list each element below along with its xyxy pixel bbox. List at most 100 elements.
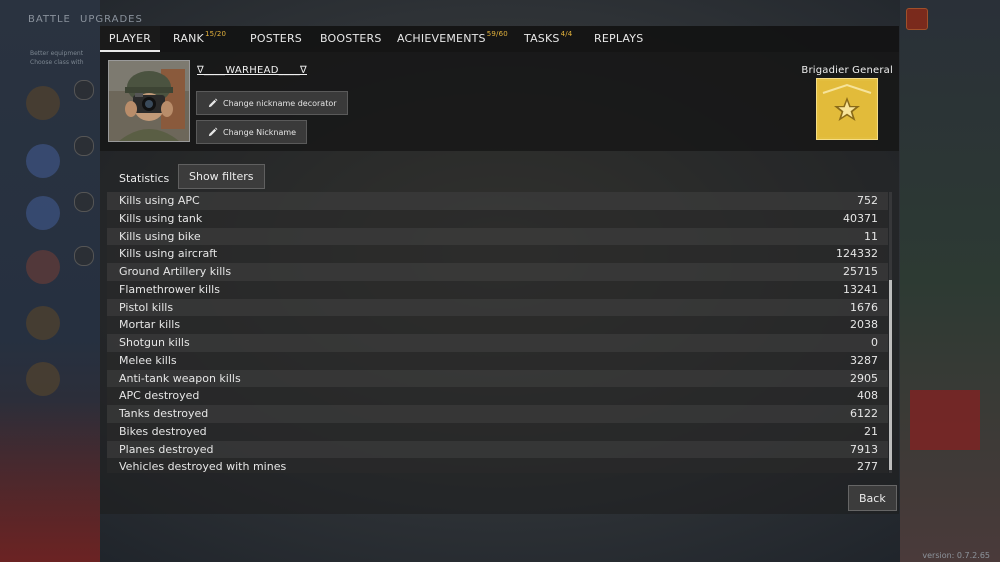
- general-star-icon: [819, 81, 875, 137]
- pencil-icon: [208, 98, 218, 108]
- statistics-row: Melee kills 3287: [107, 351, 888, 370]
- background-squad-slot: [26, 306, 60, 340]
- rank-badge: [816, 78, 878, 140]
- statistics-row: Planes destroyed 7913: [107, 440, 888, 459]
- profile-panel: PLAYER RANK15/20 POSTERS BOOSTERS ACHIEV…: [100, 26, 899, 514]
- tab-label: REPLAYS: [594, 32, 644, 45]
- tab-replays[interactable]: REPLAYS: [594, 26, 643, 52]
- tab-label: BOOSTERS: [320, 32, 382, 45]
- statistic-label: Ground Artillery kills: [119, 265, 232, 278]
- player-info-box: ∇____WARHEAD____∇ Change nickname decora…: [100, 52, 899, 151]
- statistics-row: Shotgun kills 0: [107, 334, 888, 352]
- statistic-label: Pistol kills: [119, 300, 174, 314]
- statistic-label: Kills using APC: [119, 194, 200, 207]
- statistic-label: Kills using tank: [119, 211, 203, 225]
- statistics-row: Kills using bike 11: [107, 227, 888, 246]
- statistic-label: Kills using bike: [119, 229, 201, 243]
- tab-label: POSTERS: [250, 32, 302, 45]
- statistic-label: Mortar kills: [119, 318, 181, 332]
- statistics-row: Ground Artillery kills 25715: [107, 263, 888, 281]
- statistic-value: 408: [857, 389, 878, 403]
- statistic-value: 2038: [850, 318, 878, 332]
- statistic-value: 1676: [850, 300, 878, 314]
- tab-counter: 59/60: [486, 30, 508, 38]
- statistic-label: APC destroyed: [119, 389, 200, 403]
- background-emblem-icon: [906, 8, 928, 30]
- change-nickname-button[interactable]: Change Nickname: [196, 120, 308, 144]
- statistics-scrollbar[interactable]: [889, 192, 892, 473]
- statistics-row: Kills using aircraft 124332: [107, 245, 888, 263]
- tab-label: TASKS: [524, 32, 560, 45]
- back-button[interactable]: Back: [848, 485, 897, 511]
- rank-title: Brigadier General: [801, 65, 893, 76]
- statistic-value: 13241: [843, 282, 878, 296]
- background-count-circle: [74, 136, 94, 156]
- statistic-label: Flamethrower kills: [119, 282, 220, 296]
- statistic-value: 752: [857, 194, 878, 207]
- statistics-row: APC destroyed 408: [107, 387, 888, 405]
- background-squad-slot: [26, 362, 60, 396]
- show-filters-button[interactable]: Show filters: [178, 164, 265, 189]
- button-label: Change Nickname: [223, 128, 297, 137]
- statistic-value: 3287: [850, 353, 878, 367]
- statistic-value: 7913: [850, 442, 878, 456]
- button-label: Change nickname decorator: [223, 99, 337, 108]
- statistics-header: Statistics: [119, 172, 170, 185]
- statistic-value: 277: [857, 460, 878, 473]
- player-avatar: [108, 60, 190, 142]
- statistic-label: Vehicles destroyed with mines: [119, 460, 287, 473]
- background-count-circle: [74, 246, 94, 266]
- tab-counter: 4/4: [560, 30, 573, 38]
- background-squad-slot: [26, 196, 60, 230]
- background-count-circle: [74, 80, 94, 100]
- tab-tasks[interactable]: TASKS4/4: [524, 26, 572, 52]
- statistics-list[interactable]: Kills using APC 752 Kills using tank 40371 K…: [107, 192, 888, 473]
- background-battle-tab: BATTLE: [28, 14, 71, 25]
- background-decoration: [0, 400, 100, 562]
- background-squad-slot: [26, 250, 60, 284]
- player-nickname: ∇____WARHEAD____∇: [197, 65, 307, 76]
- statistic-label: Shotgun kills: [119, 336, 190, 349]
- tab-counter: 15/20: [204, 30, 227, 38]
- change-nickname-decorator-button[interactable]: Change nickname decorator: [196, 91, 348, 115]
- statistic-value: 124332: [836, 247, 878, 261]
- tab-rank[interactable]: RANK15/20: [173, 26, 226, 52]
- version-label: version: 0.7.2.65: [922, 551, 990, 560]
- statistic-value: 11: [864, 229, 878, 243]
- background-hint-text: Better equipment: [30, 50, 84, 57]
- tab-player[interactable]: PLAYER: [100, 26, 160, 52]
- statistic-value: 2905: [850, 371, 878, 385]
- statistics-row: Tanks destroyed 6122: [107, 405, 888, 423]
- tab-label: ACHIEVEMENTS: [397, 32, 486, 45]
- statistics-row: Bikes destroyed 21: [107, 422, 888, 441]
- statistics-row: Kills using APC 752: [107, 192, 888, 210]
- background-squad-slot: [26, 86, 60, 120]
- scrollbar-thumb[interactable]: [889, 280, 892, 470]
- statistic-value: 6122: [850, 407, 878, 420]
- profile-tabbar: PLAYER RANK15/20 POSTERS BOOSTERS ACHIEV…: [100, 26, 899, 52]
- statistic-label: Planes destroyed: [119, 442, 214, 456]
- statistics-row: Mortar kills 2038: [107, 316, 888, 334]
- background-upgrades-tab: UPGRADES: [80, 14, 143, 25]
- statistics-row: Kills using tank 40371: [107, 209, 888, 228]
- pencil-icon: [208, 127, 218, 137]
- tab-label: RANK: [173, 32, 204, 45]
- soldier-portrait-icon: [109, 61, 189, 141]
- background-hint-text: Choose class with: [30, 59, 84, 66]
- tab-posters[interactable]: POSTERS: [250, 26, 302, 52]
- statistic-value: 25715: [843, 265, 878, 278]
- tab-boosters[interactable]: BOOSTERS: [320, 26, 382, 52]
- statistics-row: Flamethrower kills 13241: [107, 280, 888, 299]
- background-count-circle: [74, 192, 94, 212]
- statistics-row: Vehicles destroyed with mines 277: [107, 458, 888, 473]
- tab-achievements[interactable]: ACHIEVEMENTS59/60: [397, 26, 508, 52]
- statistic-value: 0: [871, 336, 878, 349]
- statistic-value: 40371: [843, 211, 878, 225]
- background-squad-slot: [26, 144, 60, 178]
- statistics-row: Pistol kills 1676: [107, 298, 888, 317]
- statistic-label: Melee kills: [119, 353, 177, 367]
- statistic-label: Bikes destroyed: [119, 424, 207, 438]
- statistic-label: Tanks destroyed: [119, 407, 209, 420]
- statistic-label: Anti-tank weapon kills: [119, 371, 241, 385]
- background-right-scene: [900, 0, 1000, 562]
